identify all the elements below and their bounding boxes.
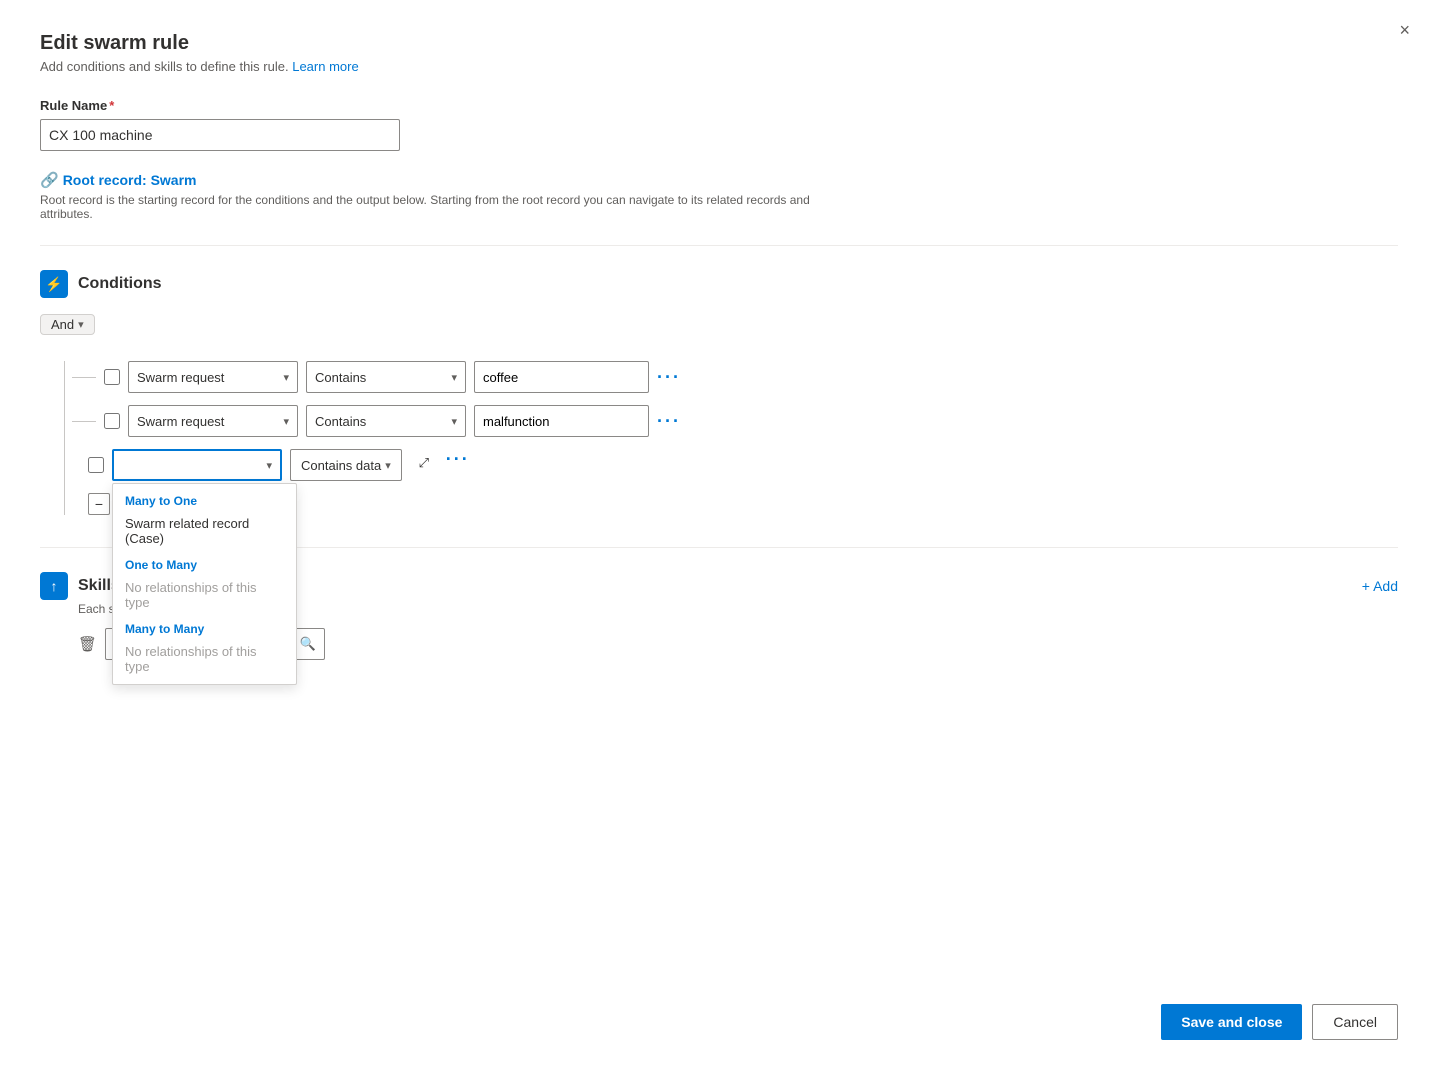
and-chevron-icon: ▾ xyxy=(78,318,84,331)
rule-name-section: Rule Name* xyxy=(40,98,1398,151)
condition-3-checkbox[interactable] xyxy=(88,457,104,473)
condition-1-operator-dropdown[interactable]: Contains ▾ xyxy=(306,361,466,393)
root-record-description: Root record is the starting record for t… xyxy=(40,193,840,221)
close-button[interactable]: × xyxy=(1399,20,1410,41)
condition-2-checkbox[interactable] xyxy=(104,413,120,429)
condition-1-operator-value: Contains xyxy=(315,370,366,385)
condition-2-field-value: Swarm request xyxy=(137,414,224,429)
skills-icon: ↑ xyxy=(40,572,68,600)
condition-3-dropdown-panel: Many to One Swarm related record (Case) … xyxy=(112,483,297,685)
condition-1-value-input[interactable] xyxy=(474,361,649,393)
delete-skill-button[interactable]: 🗑 xyxy=(78,635,97,653)
conditions-header: ⚡ Conditions xyxy=(40,270,1398,298)
contains-data-chevron: ▾ xyxy=(385,459,391,472)
condition-2-field-chevron: ▾ xyxy=(283,415,289,428)
required-indicator: * xyxy=(109,98,114,113)
edit-swarm-rule-dialog: × Edit swarm rule Add conditions and ski… xyxy=(0,0,1438,1080)
and-badge[interactable]: And ▾ xyxy=(40,314,95,335)
cancel-button[interactable]: Cancel xyxy=(1312,1004,1398,1040)
root-record-title: 🔗 Root record: Swarm xyxy=(40,171,197,189)
condition-2-field-dropdown[interactable]: Swarm request ▾ xyxy=(128,405,298,437)
root-record-section: 🔗 Root record: Swarm Root record is the … xyxy=(40,171,1398,221)
add-skill-button[interactable]: + Add xyxy=(1362,578,1398,594)
divider-1 xyxy=(40,245,1398,246)
no-relationships-one-item: No relationships of this type xyxy=(113,574,296,616)
minus-button[interactable]: − xyxy=(88,493,110,515)
no-relationships-many-item: No relationships of this type xyxy=(113,638,296,680)
root-record-label: Root record: Swarm xyxy=(63,172,197,188)
learn-more-link[interactable]: Learn more xyxy=(292,59,358,74)
conditions-rows: Swarm request ▾ Contains ▾ ··· Swarm req… xyxy=(64,361,1398,515)
condition-2-operator-value: Contains xyxy=(315,414,366,429)
condition-3-field-chevron: ▾ xyxy=(266,459,272,472)
condition-2-value-input[interactable] xyxy=(474,405,649,437)
rule-name-input[interactable] xyxy=(40,119,400,151)
person-icon: 🔗 xyxy=(40,171,59,189)
many-to-many-category: Many to Many xyxy=(113,616,296,638)
condition-1-field-chevron: ▾ xyxy=(283,371,289,384)
contains-data-label: Contains data xyxy=(301,458,381,473)
condition-row-3-wrapper: ▾ Many to One Swarm related record (Case… xyxy=(88,449,1398,481)
condition-1-field-dropdown[interactable]: Swarm request ▾ xyxy=(128,361,298,393)
many-to-one-category: Many to One xyxy=(113,488,296,510)
condition-3-field-dropdown[interactable]: ▾ xyxy=(112,449,282,481)
conditions-title: Conditions xyxy=(78,275,162,293)
subtitle-text: Add conditions and skills to define this… xyxy=(40,59,289,74)
footer-buttons: Save and close Cancel xyxy=(1161,1004,1398,1040)
skills-left: ↑ Skills xyxy=(40,572,120,600)
condition-3-field-wrapper: ▾ Many to One Swarm related record (Case… xyxy=(112,449,282,481)
condition-3-more-btn[interactable]: ··· xyxy=(446,449,470,470)
rule-name-label: Rule Name* xyxy=(40,98,1398,113)
expand-icon[interactable]: ⤢ xyxy=(410,449,438,477)
one-to-many-category: One to Many xyxy=(113,552,296,574)
dialog-title: Edit swarm rule xyxy=(40,32,1398,55)
swarm-related-case-item[interactable]: Swarm related record (Case) xyxy=(113,510,296,552)
condition-2-operator-chevron: ▾ xyxy=(451,415,457,428)
condition-3-contains-data[interactable]: Contains data ▾ xyxy=(290,449,402,481)
condition-1-operator-chevron: ▾ xyxy=(451,371,457,384)
condition-row-1: Swarm request ▾ Contains ▾ ··· xyxy=(104,361,1398,393)
search-icon: 🔍 xyxy=(300,636,316,652)
dialog-subtitle: Add conditions and skills to define this… xyxy=(40,59,1398,74)
condition-1-checkbox[interactable] xyxy=(104,369,120,385)
condition-2-more-btn[interactable]: ··· xyxy=(657,411,681,432)
condition-1-field-value: Swarm request xyxy=(137,370,224,385)
and-label: And xyxy=(51,317,74,332)
dropdown-inner: Many to One Swarm related record (Case) … xyxy=(113,484,296,684)
conditions-icon: ⚡ xyxy=(40,270,68,298)
condition-1-more-btn[interactable]: ··· xyxy=(657,367,681,388)
conditions-section: ⚡ Conditions And ▾ Swarm request ▾ Conta… xyxy=(40,270,1398,515)
condition-row-2: Swarm request ▾ Contains ▾ ··· xyxy=(104,405,1398,437)
condition-2-operator-dropdown[interactable]: Contains ▾ xyxy=(306,405,466,437)
save-close-button[interactable]: Save and close xyxy=(1161,1004,1302,1040)
